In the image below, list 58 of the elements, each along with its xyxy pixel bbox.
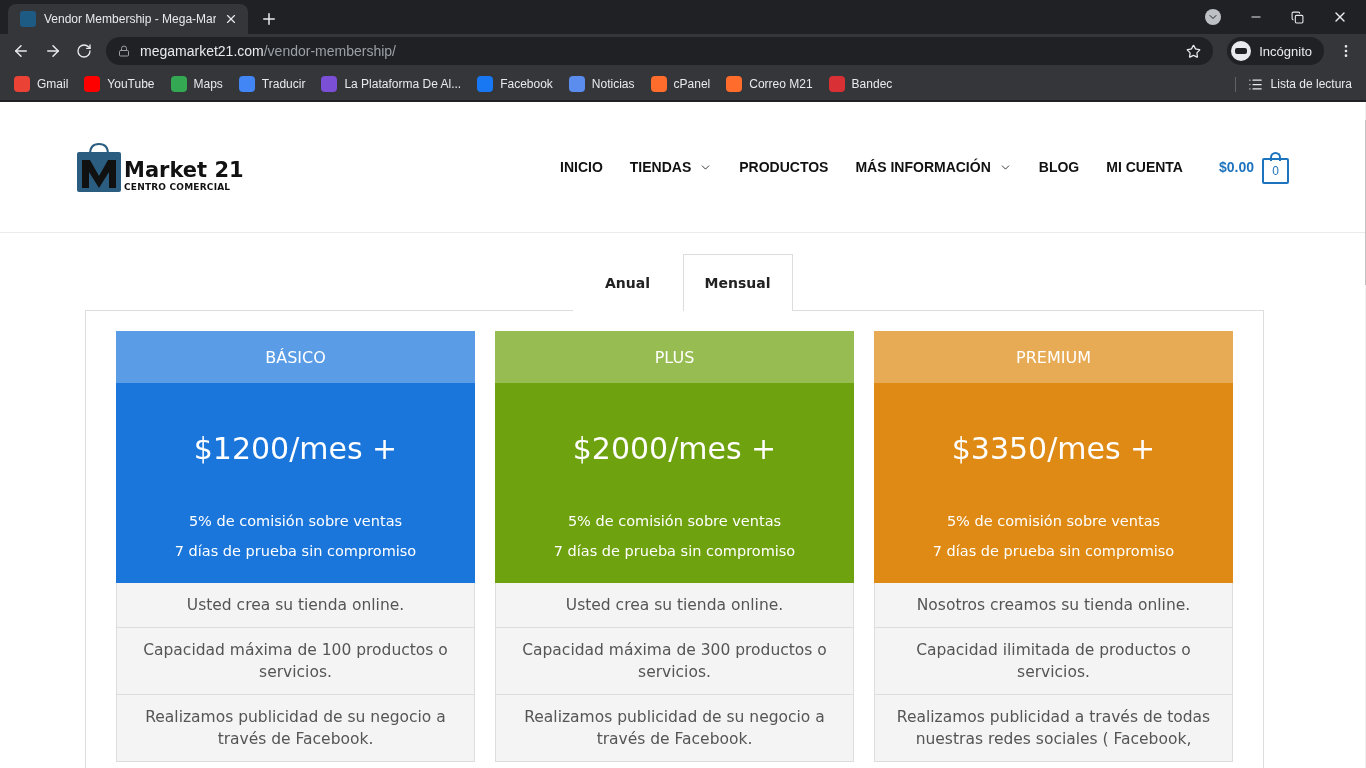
plan-note: 5% de comisión sobre ventas — [188, 512, 403, 531]
nav-link[interactable]: PRODUCTOS — [739, 159, 829, 175]
tab-search-icon[interactable] — [1205, 9, 1221, 25]
bookmark-link[interactable]: Traducir — [238, 76, 306, 92]
plan-price: $2000/mes + — [572, 431, 777, 466]
bookmark-link[interactable]: Noticias — [568, 76, 635, 92]
plan-feature: Usted crea su tienda online. — [495, 583, 854, 628]
list-icon — [1247, 76, 1263, 92]
plan-note: 7 días de prueba sin compromiso — [174, 542, 417, 561]
plan-note: 7 días de prueba sin compromiso — [553, 542, 796, 561]
nav-link[interactable]: INICIO — [560, 159, 603, 175]
close-tab-icon[interactable] — [224, 12, 238, 26]
nav-link[interactable]: MÁS INFORMACIÓN — [855, 159, 1012, 175]
plan-feature: Realizamos publicidad a través de todas nuestras redes sociales ( Facebook, — [874, 695, 1233, 762]
billing-tab[interactable]: Mensual — [682, 254, 793, 311]
plan-feature: Nosotros creamos su tienda online. — [874, 583, 1233, 628]
bookmark-link[interactable]: YouTube — [84, 76, 155, 92]
plan-note: 5% de comisión sobre ventas — [946, 512, 1161, 531]
lock-icon — [118, 45, 130, 57]
profile-button[interactable]: Incógnito — [1227, 37, 1324, 65]
back-icon[interactable] — [12, 42, 30, 60]
plan-feature: Realizamos publicidad de su negocio a través de Facebook. — [495, 695, 854, 762]
plan-feature: Realizamos publicidad de su negocio a través de Facebook. — [116, 695, 475, 762]
plan-feature: Capacidad máxima de 300 productos o servicios. — [495, 628, 854, 695]
logo-name: Market 21 — [124, 158, 244, 182]
plan-header: PLUS — [495, 331, 854, 383]
nav-link[interactable]: MI CUENTA — [1106, 159, 1183, 175]
bookmark-link[interactable]: Maps — [170, 76, 223, 92]
plan-note: 7 días de prueba sin compromiso — [932, 542, 1175, 561]
bookmark-link[interactable]: Facebook — [477, 76, 553, 92]
bookmark-link[interactable]: Gmail — [14, 76, 69, 92]
address-bar[interactable]: megamarket21.com/vendor-membership/ — [106, 37, 1214, 65]
bookmark-star-icon[interactable] — [1186, 43, 1202, 59]
reading-list-button[interactable]: Lista de lectura — [1234, 76, 1352, 92]
cart-total[interactable]: $0.00 — [1218, 159, 1254, 175]
plan-note: 5% de comisión sobre ventas — [567, 512, 782, 531]
bookmark-link[interactable]: Correo M21 — [726, 76, 813, 92]
plan-header: BÁSICO — [116, 331, 475, 383]
plan-feature: Usted crea su tienda online. — [116, 583, 475, 628]
nav-link[interactable]: BLOG — [1038, 159, 1080, 175]
reload-icon[interactable] — [76, 43, 92, 59]
tab-title: Vendor Membership - Mega-Mar — [44, 12, 216, 26]
plan-price: $1200/mes + — [193, 431, 398, 466]
restore-icon[interactable] — [1291, 10, 1304, 24]
forward-icon[interactable] — [44, 42, 62, 60]
plan-feature: Capacidad máxima de 100 productos o servicios. — [116, 628, 475, 695]
new-tab-icon[interactable] — [260, 10, 278, 28]
shopping-bag-logo-icon — [76, 142, 122, 192]
bookmark-link[interactable]: Bandec — [828, 76, 893, 92]
site-favicon-icon — [20, 11, 36, 27]
plan-header: PREMIUM — [874, 331, 1233, 383]
logo-tagline: CENTRO COMERCIAL — [124, 182, 232, 192]
nav-link[interactable]: TIENDAS — [629, 159, 713, 175]
plan-price: $3350/mes + — [951, 431, 1156, 466]
bookmark-link[interactable]: La Plataforma De Al... — [321, 76, 462, 92]
browser-tab[interactable]: Vendor Membership - Mega-Mar — [8, 4, 248, 34]
bookmark-link[interactable]: cPanel — [650, 76, 711, 92]
plan-feature: Capacidad ilimitada de productos o servicios. — [874, 628, 1233, 695]
